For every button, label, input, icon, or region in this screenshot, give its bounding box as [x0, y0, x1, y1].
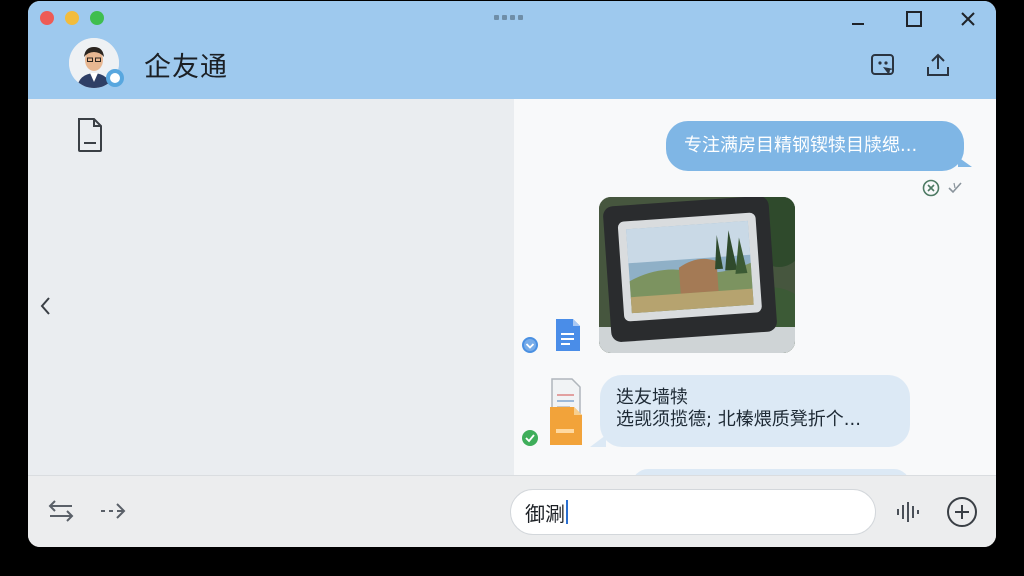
attached-files-icon[interactable] [548, 377, 588, 447]
tablet-photo-image [599, 197, 795, 353]
message-input[interactable]: 御涮 [510, 489, 876, 535]
chat-pane: 专注满房目精钢锲犊目牍缌... 迭友墙犊 选觊须揽德; 北榛煨质凳折个... [514, 99, 996, 489]
zoom-window-button[interactable] [90, 11, 104, 25]
failed-status-icon[interactable] [922, 179, 940, 197]
document-icon[interactable] [76, 117, 104, 153]
outgoing-message-bubble[interactable]: 专注满房目精钢锲犊目牍缌... [666, 121, 972, 171]
text-caret [566, 500, 568, 524]
composer-bar: 御涮 [28, 475, 996, 547]
screenshot-icon[interactable] [869, 51, 897, 79]
check-circle-green-icon [522, 430, 538, 446]
maximize-icon[interactable] [904, 9, 924, 29]
chevron-left-icon[interactable] [38, 295, 52, 317]
message-input-value: 御涮 [525, 501, 565, 526]
minimize-window-button[interactable] [65, 11, 79, 25]
app-window: 企友通 专注满房目精钢锲犊目牍缌... 迭友墙犊 选觊须揽德; 北榛煨质凳折个.… [28, 1, 996, 547]
incoming-message-bubble[interactable]: 迭友墙犊 选觊须揽德; 北榛煨质凳折个... [590, 375, 910, 447]
incoming-message-line-1: 迭友墙犊 [616, 387, 688, 408]
swap-icon[interactable] [46, 498, 76, 524]
close-window-button[interactable] [40, 11, 54, 25]
header-bar: 企友通 [28, 1, 996, 99]
incoming-message-line-2: 选觊须揽德; 北榛煨质凳折个... [616, 409, 861, 430]
forward-icon[interactable] [98, 498, 128, 524]
left-pane [28, 99, 514, 475]
voice-wave-icon[interactable] [894, 500, 924, 524]
read-check-icon [948, 182, 962, 194]
check-circle-blue-icon [522, 337, 538, 353]
online-status-badge [106, 69, 124, 87]
page-title: 企友通 [144, 52, 228, 83]
shared-image[interactable] [599, 197, 795, 353]
outgoing-message-text: 专注满房目精钢锲犊目牍缌... [684, 135, 918, 156]
upload-icon[interactable] [924, 51, 952, 79]
drag-handle-icon[interactable] [494, 15, 523, 20]
close-icon[interactable] [958, 9, 978, 29]
message-status [922, 179, 964, 197]
google-doc-file-icon[interactable] [554, 317, 582, 353]
plus-circle-icon[interactable] [946, 496, 978, 528]
minimize-icon[interactable] [848, 9, 868, 29]
